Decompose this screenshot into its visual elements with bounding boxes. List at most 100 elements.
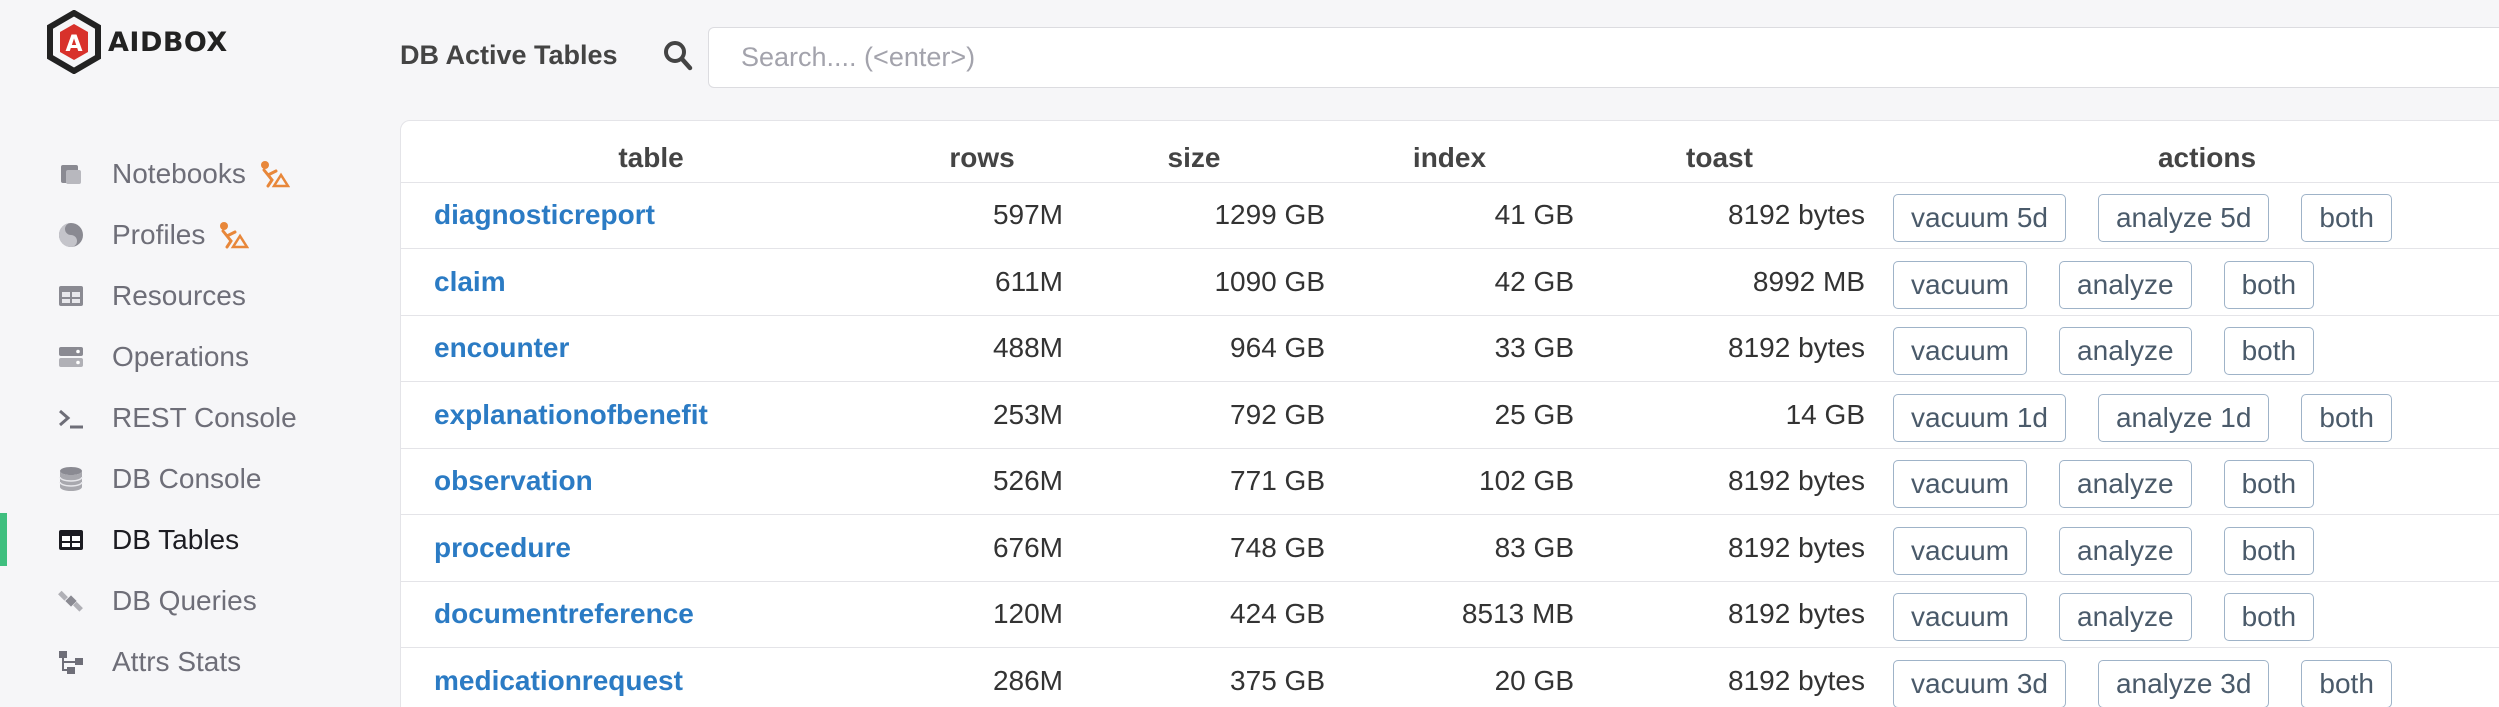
column-header-table[interactable]: table (401, 121, 901, 183)
table-name-link[interactable]: procedure (434, 532, 571, 563)
analyze-button[interactable]: analyze (2059, 260, 2192, 309)
sidebar-item-db-queries[interactable]: DB Queries (0, 570, 390, 631)
size-value: 792 GB (1063, 381, 1325, 449)
size-value: 964 GB (1063, 315, 1325, 382)
sidebar-item-resources[interactable]: Resources (0, 265, 390, 326)
construction-icon (260, 160, 290, 187)
size-value: 1299 GB (1063, 182, 1325, 249)
terminal-icon (56, 403, 86, 433)
vacuum-button[interactable]: vacuum (1893, 593, 2028, 642)
table-name-link[interactable]: diagnosticreport (434, 199, 655, 230)
column-header-rows[interactable]: rows (901, 121, 1063, 183)
sidebar: A AIDBOX Notebooks Profiles Resources Op… (0, 0, 390, 707)
both-button[interactable]: both (2223, 327, 2315, 376)
table-name-link[interactable]: medicationrequest (434, 665, 683, 696)
table-icon (56, 525, 86, 555)
sidebar-item-attrs-stats[interactable]: Attrs Stats (0, 631, 390, 692)
vacuum-button[interactable]: vacuum (1893, 526, 2028, 575)
rows-value: 611M (901, 248, 1063, 316)
toast-value: 8992 MB (1574, 248, 1865, 316)
both-button[interactable]: both (2223, 260, 2315, 309)
rows-value: 676M (901, 514, 1063, 582)
both-button[interactable]: both (2223, 460, 2315, 509)
table-row: procedure 676M 748 GB 83 GB 8192 bytes v… (401, 514, 2499, 582)
aidbox-logo[interactable]: A AIDBOX (46, 10, 228, 74)
toast-value: 8192 bytes (1574, 448, 1865, 515)
both-button[interactable]: both (2223, 593, 2315, 642)
sidebar-item-db-tables[interactable]: DB Tables (0, 509, 390, 570)
analyze-button[interactable]: analyze 1d (2097, 393, 2270, 442)
analyze-button[interactable]: analyze (2059, 460, 2192, 509)
rows-value: 488M (901, 315, 1063, 382)
analyze-button[interactable]: analyze (2059, 526, 2192, 575)
sidebar-item-label: Resources (112, 279, 246, 311)
server-icon (56, 342, 86, 372)
both-button[interactable]: both (2301, 393, 2392, 442)
search-input[interactable] (709, 28, 2499, 87)
table-name-link[interactable]: observation (434, 465, 593, 496)
sidebar-item-rest-console[interactable]: REST Console (0, 387, 390, 448)
table-row: explanationofbenefit 253M 792 GB 25 GB 1… (401, 381, 2499, 449)
column-header-index[interactable]: index (1325, 121, 1574, 183)
index-value: 20 GB (1325, 647, 1574, 707)
sidebar-item-notebooks[interactable]: Notebooks (0, 143, 390, 204)
sidebar-item-profiles[interactable]: Profiles (0, 204, 390, 265)
index-value: 33 GB (1325, 315, 1574, 382)
table-row: encounter 488M 964 GB 33 GB 8192 bytes v… (401, 315, 2499, 382)
analyze-button[interactable]: analyze (2059, 593, 2192, 642)
table-row: claim 611M 1090 GB 42 GB 8992 MB vacuum … (401, 248, 2499, 316)
rows-value: 253M (901, 381, 1063, 449)
sidebar-item-label: Attrs Stats (112, 645, 242, 677)
table-name-link[interactable]: claim (434, 266, 506, 297)
scroll-icon (56, 159, 86, 189)
search-icon[interactable] (663, 40, 693, 72)
vacuum-button[interactable]: vacuum (1893, 327, 2028, 376)
sidebar-item-operations[interactable]: Operations (0, 326, 390, 387)
sidebar-nav: Notebooks Profiles Resources Operations … (0, 143, 390, 692)
index-value: 8513 MB (1325, 581, 1574, 648)
yin-yang-icon (56, 220, 86, 250)
both-button[interactable]: both (2301, 194, 2392, 243)
size-value: 1090 GB (1063, 248, 1325, 316)
index-value: 41 GB (1325, 182, 1574, 249)
table-row: medicationrequest 286M 375 GB 20 GB 8192… (401, 647, 2499, 707)
vacuum-button[interactable]: vacuum 5d (1893, 194, 2066, 243)
toast-value: 8192 bytes (1574, 581, 1865, 648)
both-button[interactable]: both (2223, 526, 2315, 575)
table-header-row: table rows size index toast actions (401, 121, 2499, 183)
table-name-link[interactable]: encounter (434, 332, 569, 363)
rows-value: 120M (901, 581, 1063, 648)
analyze-button[interactable]: analyze (2059, 327, 2192, 376)
table-name-link[interactable]: documentreference (434, 598, 694, 629)
vacuum-button[interactable]: vacuum (1893, 260, 2028, 309)
index-value: 42 GB (1325, 248, 1574, 316)
sidebar-item-label: DB Queries (112, 584, 257, 616)
database-icon (56, 464, 86, 494)
sidebar-item-label: Profiles (112, 218, 206, 250)
size-value: 424 GB (1063, 581, 1325, 648)
svg-text:A: A (65, 32, 82, 57)
table-name-link[interactable]: explanationofbenefit (434, 399, 708, 430)
analyze-button[interactable]: analyze 3d (2097, 659, 2270, 707)
toast-value: 8192 bytes (1574, 315, 1865, 382)
table-row: diagnosticreport 597M 1299 GB 41 GB 8192… (401, 182, 2499, 249)
both-button[interactable]: both (2301, 659, 2392, 707)
vacuum-button[interactable]: vacuum 1d (1893, 393, 2066, 442)
sidebar-item-label: Operations (112, 340, 249, 372)
analyze-button[interactable]: analyze 5d (2097, 194, 2270, 243)
column-header-toast[interactable]: toast (1574, 121, 1865, 183)
brand-name: AIDBOX (108, 26, 228, 58)
tables-card: table rows size index toast actions diag… (400, 120, 2499, 707)
toast-value: 8192 bytes (1574, 182, 1865, 249)
size-value: 748 GB (1063, 514, 1325, 582)
column-header-size[interactable]: size (1063, 121, 1325, 183)
sidebar-item-label: DB Console (112, 462, 262, 494)
toast-value: 8192 bytes (1574, 647, 1865, 707)
column-header-actions: actions (1865, 121, 2499, 183)
sidebar-item-db-console[interactable]: DB Console (0, 448, 390, 509)
size-value: 375 GB (1063, 647, 1325, 707)
vacuum-button[interactable]: vacuum 3d (1893, 659, 2066, 707)
vacuum-button[interactable]: vacuum (1893, 460, 2028, 509)
index-value: 25 GB (1325, 381, 1574, 449)
toast-value: 14 GB (1574, 381, 1865, 449)
